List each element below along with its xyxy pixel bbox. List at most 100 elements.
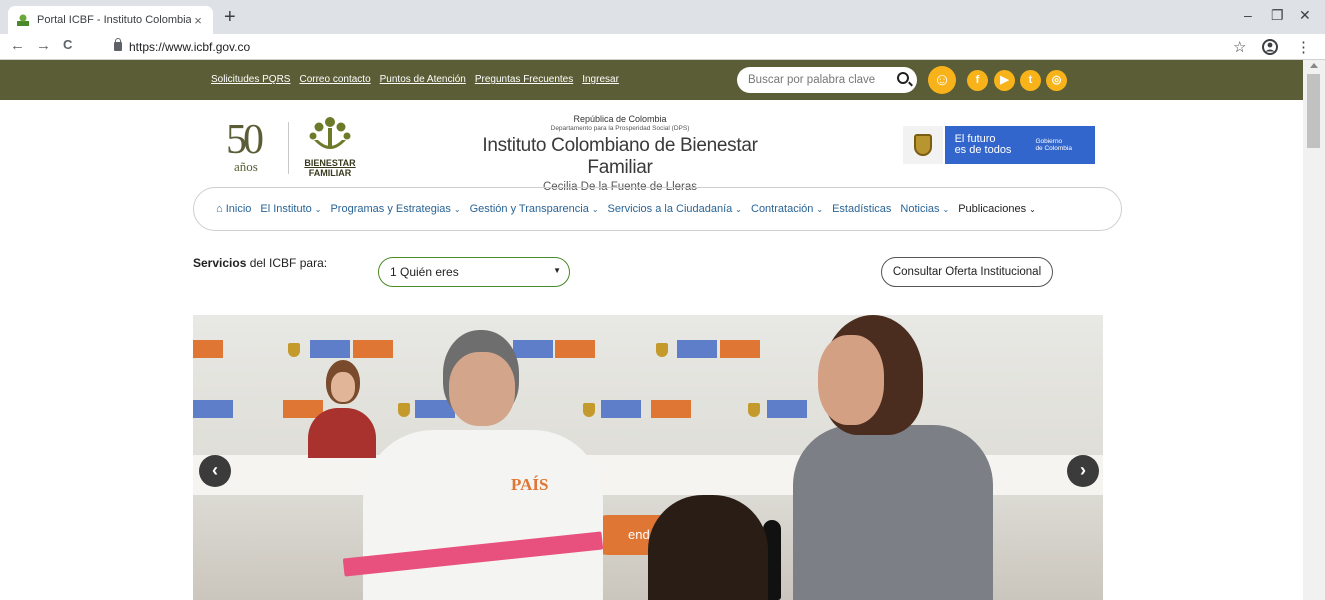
nav-item-gestion[interactable]: Gestión y Transparencia ⌄	[470, 203, 599, 215]
colombia-shield-icon	[903, 126, 943, 164]
home-icon: ⌂	[216, 203, 223, 215]
backdrop-crest	[748, 403, 760, 417]
services-label-rest: del ICBF para:	[246, 256, 328, 270]
chevron-down-icon: ⌄	[942, 205, 950, 214]
backdrop-banner	[193, 340, 223, 358]
url-text: https://www.icbf.gov.co	[129, 39, 251, 54]
department-text: Departamento para la Prosperidad Social …	[550, 125, 690, 132]
accessibility-icon[interactable]: ☺	[928, 66, 956, 94]
hero-carousel: endo PAÍS ‹ ›	[193, 315, 1103, 600]
familiar-text: FAMILIAR	[308, 168, 352, 178]
main-navigation: ⌂ Inicio El Instituto ⌄ Programas y Estra…	[193, 187, 1122, 231]
address-bar: ← → C https://www.icbf.gov.co ☆ ⋮	[0, 34, 1325, 60]
chevron-down-icon: ⌄	[314, 205, 322, 214]
chevron-down-icon: ⌄	[1029, 205, 1036, 214]
logo-divider	[288, 122, 289, 174]
restore-button[interactable]: ❐	[1271, 7, 1284, 24]
close-tab-icon[interactable]: ×	[191, 13, 205, 28]
search-icon[interactable]	[897, 72, 909, 84]
page-scrollbar[interactable]	[1303, 60, 1325, 600]
nav-item-label: Inicio	[225, 203, 252, 215]
services-label: Servicios del ICBF para:	[193, 256, 327, 270]
web-page: Solicitudes PQRS Correo contacto Puntos …	[0, 60, 1303, 600]
nav-item-estadisticas[interactable]: Estadísticas	[832, 203, 891, 215]
nav-item-noticias[interactable]: Noticias ⌄	[900, 203, 949, 215]
carousel-prev-button[interactable]: ‹	[199, 455, 231, 487]
bienestar-familiar-logo[interactable]: BIENESTAR FAMILIAR	[300, 114, 360, 180]
institute-name: Instituto Colombiano de Bienestar Famili…	[482, 135, 758, 178]
nav-item-publicaciones[interactable]: Publicaciones ⌄	[958, 203, 1036, 215]
backdrop-banner	[601, 400, 641, 418]
who-are-you-select[interactable]: 1 Quién eres ▼	[378, 257, 570, 287]
bienestar-text: BIENESTAR	[304, 158, 356, 168]
nav-item-label: Programas y Estrategias	[330, 203, 451, 215]
utility-links: Solicitudes PQRS Correo contacto Puntos …	[211, 74, 619, 85]
consult-offer-button[interactable]: Consultar Oferta Institucional	[881, 257, 1053, 287]
scroll-up-arrow-icon[interactable]	[1310, 63, 1318, 68]
backdrop-banner	[651, 400, 691, 418]
facebook-icon[interactable]: f	[967, 70, 988, 91]
government-logo[interactable]: El futuro es de todos Gobierno de Colomb…	[903, 126, 1095, 164]
anniversary-word: años	[234, 159, 258, 174]
nav-item-label: Publicaciones	[958, 203, 1027, 215]
institution-title-block: República de Colombia Departamento para …	[450, 114, 790, 193]
anniversary-number: 50	[226, 117, 264, 163]
youtube-icon[interactable]: ▶	[994, 70, 1015, 91]
backdrop-banner	[720, 340, 760, 358]
contact-email-link[interactable]: Correo contacto	[299, 74, 370, 85]
chevron-down-icon: ⌄	[453, 205, 461, 214]
nav-item-el-instituto[interactable]: El Instituto ⌄	[260, 203, 321, 215]
close-window-button[interactable]: ✕	[1299, 7, 1311, 24]
bookmark-star-icon[interactable]: ☆	[1233, 38, 1246, 56]
backdrop-crest	[288, 343, 300, 357]
search-input[interactable]: Buscar por palabra clave	[737, 67, 917, 93]
backdrop-banner	[677, 340, 717, 358]
instagram-icon[interactable]: ◎	[1046, 70, 1067, 91]
forward-button[interactable]: →	[36, 37, 51, 54]
lock-icon	[114, 38, 122, 51]
chevron-down-icon: ⌄	[591, 205, 599, 214]
nav-item-inicio[interactable]: ⌂ Inicio	[216, 203, 251, 215]
nav-item-label: Gestión y Transparencia	[469, 203, 589, 215]
new-tab-button[interactable]: +	[224, 6, 236, 28]
services-label-bold: Servicios	[193, 256, 247, 270]
search-placeholder: Buscar por palabra clave	[748, 74, 876, 86]
child-figure	[648, 495, 768, 600]
shirt-logo-text: PAÍS	[511, 475, 549, 494]
browser-tab-bar: Portal ICBF - Instituto Colombian × + – …	[0, 0, 1325, 34]
nav-item-label: El Instituto	[260, 203, 312, 215]
woman-with-microphone-figure	[763, 315, 1023, 600]
gov-name-line-2: de Colombia	[1035, 145, 1072, 152]
carousel-next-button[interactable]: ›	[1067, 455, 1099, 487]
icbf-favicon-icon	[17, 14, 29, 26]
browser-menu-icon[interactable]: ⋮	[1296, 38, 1311, 56]
dropdown-arrow-icon: ▼	[553, 266, 561, 275]
pqrs-link[interactable]: Solicitudes PQRS	[211, 74, 290, 85]
service-points-link[interactable]: Puntos de Atención	[380, 74, 466, 85]
backdrop-banner	[193, 400, 233, 418]
chevron-down-icon: ⌄	[735, 205, 742, 214]
browser-tab[interactable]: Portal ICBF - Instituto Colombian ×	[8, 6, 213, 34]
minimize-button[interactable]: –	[1244, 7, 1252, 23]
login-link[interactable]: Ingresar	[582, 74, 619, 85]
nav-item-contratacion[interactable]: Contratación ⌄	[751, 203, 823, 215]
reload-button[interactable]: C	[63, 37, 72, 52]
nav-item-programas[interactable]: Programas y Estrategias ⌄	[330, 203, 460, 215]
faq-link[interactable]: Preguntas Frecuentes	[475, 74, 573, 85]
family-tree-icon	[309, 117, 351, 149]
scrollbar-thumb[interactable]	[1307, 74, 1320, 148]
backdrop-banner	[310, 340, 350, 358]
nav-item-label: Estadísticas	[832, 203, 892, 215]
url-field[interactable]: https://www.icbf.gov.co	[102, 36, 1222, 57]
nav-item-servicios[interactable]: Servicios a la Ciudadanía ⌄	[608, 203, 742, 215]
top-utility-bar: Solicitudes PQRS Correo contacto Puntos …	[0, 60, 1303, 100]
anniversary-logo[interactable]: 50 años	[226, 119, 276, 177]
twitter-icon[interactable]: t	[1020, 70, 1041, 91]
profile-icon[interactable]	[1262, 39, 1278, 55]
tab-title: Portal ICBF - Instituto Colombian	[37, 14, 191, 26]
select-value: 1 Quién eres	[390, 265, 459, 279]
back-button[interactable]: ←	[10, 37, 25, 54]
nav-item-label: Noticias	[900, 203, 940, 215]
chevron-down-icon: ⌄	[816, 205, 824, 214]
nav-item-label: Servicios a la Ciudadanía	[607, 203, 733, 215]
